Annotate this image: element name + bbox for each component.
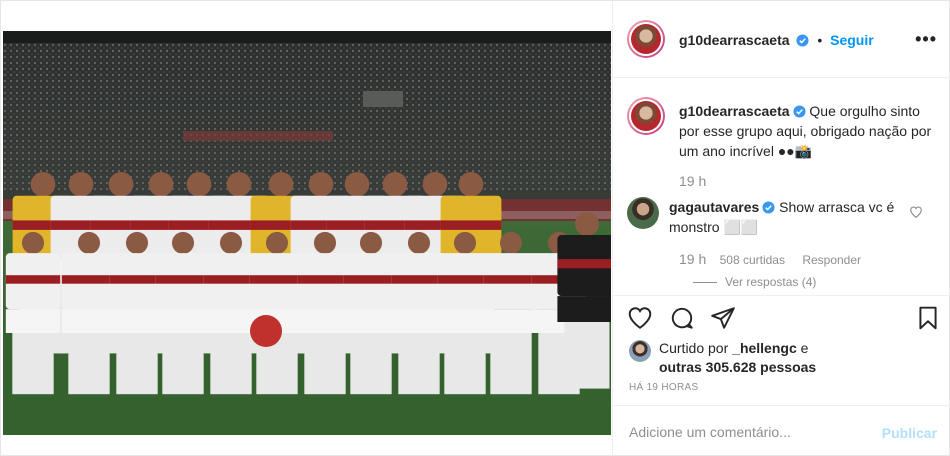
caption-time[interactable]: 19 h	[679, 173, 706, 189]
more-options-icon[interactable]: •••	[915, 29, 937, 50]
comment-like-icon[interactable]	[909, 205, 923, 219]
bookmark-icon[interactable]	[915, 305, 941, 331]
comment-time[interactable]: 19 h	[679, 251, 706, 267]
follow-button[interactable]: Seguir	[830, 32, 874, 48]
comment-bubble-icon[interactable]	[669, 305, 695, 331]
paper-plane-icon[interactable]	[710, 305, 736, 331]
liker-avatar[interactable]	[629, 340, 651, 362]
post-header: g10dearrascaeta • Seguir •••	[613, 1, 950, 78]
publish-button[interactable]: Publicar	[882, 425, 937, 441]
post-photo[interactable]	[3, 31, 611, 435]
player-figure	[155, 231, 211, 395]
add-comment-bar: Publicar	[613, 405, 950, 456]
player-figure	[483, 231, 539, 395]
view-replies-link[interactable]: Ver respostas (4)	[693, 275, 816, 289]
instagram-post-card: g10dearrascaeta • Seguir ••• g10dearrasc…	[0, 0, 950, 456]
verified-badge-icon	[792, 105, 806, 118]
comment-likes-count[interactable]: 508 curtidas	[720, 253, 785, 267]
liked-by-prefix: Curtido por	[659, 340, 733, 356]
comment-meta: 19 h 508 curtidas Responder	[679, 251, 875, 267]
caption-username[interactable]: g10dearrascaeta	[679, 103, 790, 119]
view-replies-label: Ver respostas (4)	[725, 275, 817, 289]
header-user-line: g10dearrascaeta • Seguir	[679, 32, 874, 48]
separator-dot: •	[817, 32, 823, 48]
liker-username[interactable]: _hellengc	[732, 340, 797, 356]
liked-by-suffix: e	[796, 340, 809, 356]
verified-badge-icon	[796, 34, 809, 47]
others-count-link[interactable]: outras 305.628 pessoas	[659, 359, 816, 375]
players-group	[5, 171, 611, 395]
post-side-panel: g10dearrascaeta • Seguir ••• g10dearrasc…	[612, 1, 950, 456]
caption-author-avatar[interactable]	[627, 97, 665, 135]
post-actions-bar	[613, 295, 950, 337]
comment-item: gagautavares Show arrasca vc é monstro ⬜…	[669, 197, 909, 237]
commenter-avatar[interactable]	[627, 197, 659, 229]
post-caption: g10dearrascaeta Que orgulho sinto por es…	[679, 101, 939, 161]
comment-input[interactable]	[629, 420, 869, 444]
author-avatar[interactable]	[627, 20, 665, 58]
post-timestamp[interactable]: HÁ 19 HORAS	[629, 382, 698, 393]
player-figure	[61, 231, 117, 395]
reply-button[interactable]: Responder	[802, 253, 861, 267]
player-figure	[249, 231, 305, 395]
verified-badge-icon	[762, 201, 775, 214]
replies-divider	[693, 282, 717, 284]
commenter-username[interactable]: gagautavares	[669, 199, 759, 215]
flag-ball	[250, 315, 282, 347]
player-figure	[343, 231, 399, 395]
player-figure	[557, 211, 611, 389]
author-username[interactable]: g10dearrascaeta	[679, 32, 790, 48]
player-figure	[5, 231, 61, 395]
comments-section: g10dearrascaeta Que orgulho sinto por es…	[613, 79, 950, 295]
likes-text: Curtido por _hellengc e outras 305.628 p…	[659, 339, 816, 377]
heart-icon[interactable]	[627, 305, 653, 331]
